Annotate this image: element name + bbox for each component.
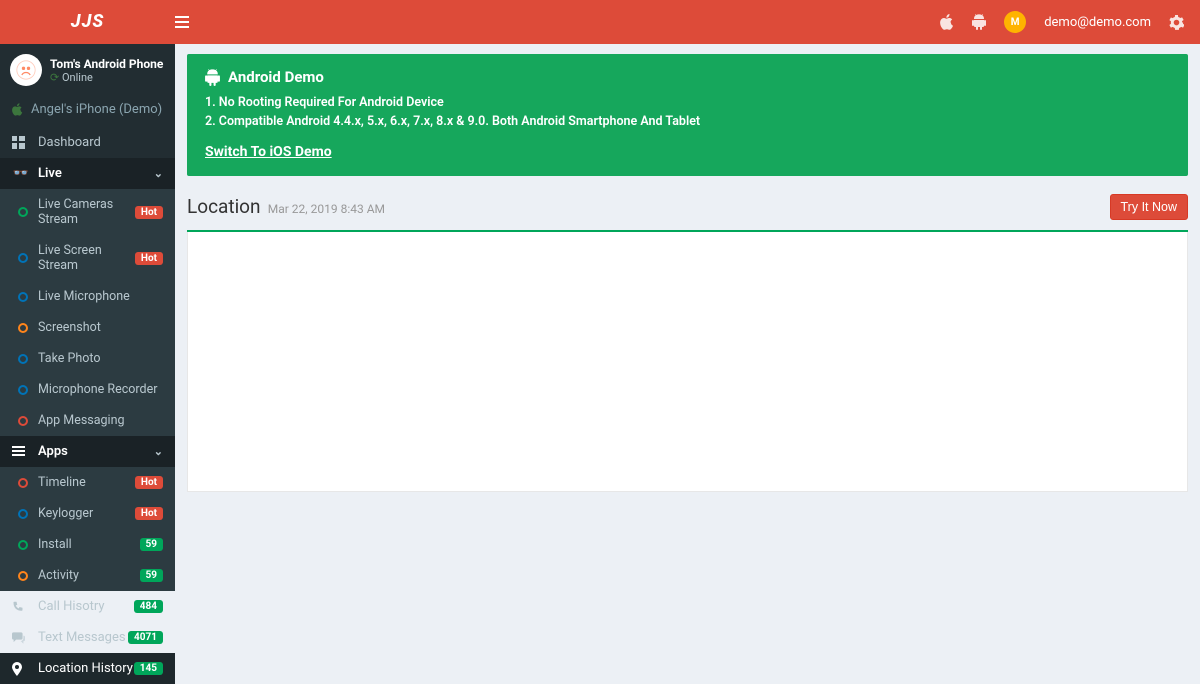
grid-icon <box>12 136 30 149</box>
map-pin-icon <box>12 662 30 676</box>
page-timestamp: Mar 22, 2019 8:43 AM <box>268 202 385 216</box>
nav-location-history[interactable]: Location History145 <box>0 653 175 684</box>
settings-icon[interactable] <box>1169 15 1184 30</box>
chevron-down-icon: ⌄ <box>154 445 163 458</box>
nav-keylogger[interactable]: KeyloggerHot <box>0 498 175 529</box>
chat-icon <box>12 632 30 644</box>
android-icon[interactable] <box>972 14 986 30</box>
list-icon <box>12 446 30 457</box>
nav-dashboard[interactable]: Dashboard <box>0 127 175 158</box>
banner-line-2: 2. Compatible Android 4.4.x, 5.x, 6.x, 7… <box>205 113 1170 132</box>
hamburger-toggle[interactable] <box>175 16 215 28</box>
sidebar-menu: Dashboard 👓 Live ⌄ Live Cameras StreamHo… <box>0 127 175 684</box>
nav-timeline[interactable]: TimelineHot <box>0 467 175 498</box>
nav-mic-recorder[interactable]: Microphone Recorder <box>0 374 175 405</box>
switch-ios-link[interactable]: Switch To iOS Demo <box>205 144 332 160</box>
section-apps[interactable]: Apps ⌄ <box>0 436 175 467</box>
nav-activity[interactable]: Activity59 <box>0 560 175 591</box>
device-status: ⟳ Online <box>50 71 163 84</box>
binoculars-icon: 👓 <box>12 166 30 181</box>
top-right-actions: M demo@demo.com <box>940 11 1200 33</box>
device-name: Tom's Android Phone <box>50 57 163 71</box>
nav-screenshot[interactable]: Screenshot <box>0 312 175 343</box>
brand-logo[interactable]: JJS <box>0 0 175 44</box>
nav-take-photo[interactable]: Take Photo <box>0 343 175 374</box>
page-header: Location Mar 22, 2019 8:43 AM Try It Now <box>187 194 1188 220</box>
banner-title-text: Android Demo <box>228 68 324 86</box>
user-email[interactable]: demo@demo.com <box>1044 15 1151 30</box>
info-banner: Android Demo 1. No Rooting Required For … <box>187 54 1188 176</box>
nav-text-messages[interactable]: Text Messages4071 <box>0 622 175 653</box>
top-bar: JJS M demo@demo.com <box>0 0 1200 44</box>
alt-device-link[interactable]: Angel's iPhone (Demo) <box>0 92 175 127</box>
page-title: Location <box>187 195 261 218</box>
nav-app-messaging[interactable]: App Messaging <box>0 405 175 436</box>
device-user-panel: Tom's Android Phone ⟳ Online <box>0 44 175 92</box>
apple-icon <box>12 103 23 116</box>
sidebar: Tom's Android Phone ⟳ Online Angel's iPh… <box>0 44 175 573</box>
nav-live-screen[interactable]: Live Screen StreamHot <box>0 235 175 281</box>
device-avatar-icon <box>10 54 42 86</box>
user-avatar-icon[interactable]: M <box>1004 11 1026 33</box>
nav-install[interactable]: Install59 <box>0 529 175 560</box>
bars-icon <box>175 16 189 28</box>
phone-icon <box>12 601 30 613</box>
nav-live-cameras[interactable]: Live Cameras StreamHot <box>0 189 175 235</box>
nav-call-history[interactable]: Call Hisotry484 <box>0 591 175 622</box>
chevron-down-icon: ⌄ <box>154 167 163 180</box>
android-icon <box>205 69 220 86</box>
apple-icon[interactable] <box>940 14 954 30</box>
main-content: Android Demo 1. No Rooting Required For … <box>175 44 1200 573</box>
nav-live-mic[interactable]: Live Microphone <box>0 281 175 312</box>
banner-line-1: 1. No Rooting Required For Android Devic… <box>205 94 1170 113</box>
section-live[interactable]: 👓 Live ⌄ <box>0 158 175 189</box>
content-card <box>187 232 1188 492</box>
try-it-now-button[interactable]: Try It Now <box>1110 194 1188 220</box>
